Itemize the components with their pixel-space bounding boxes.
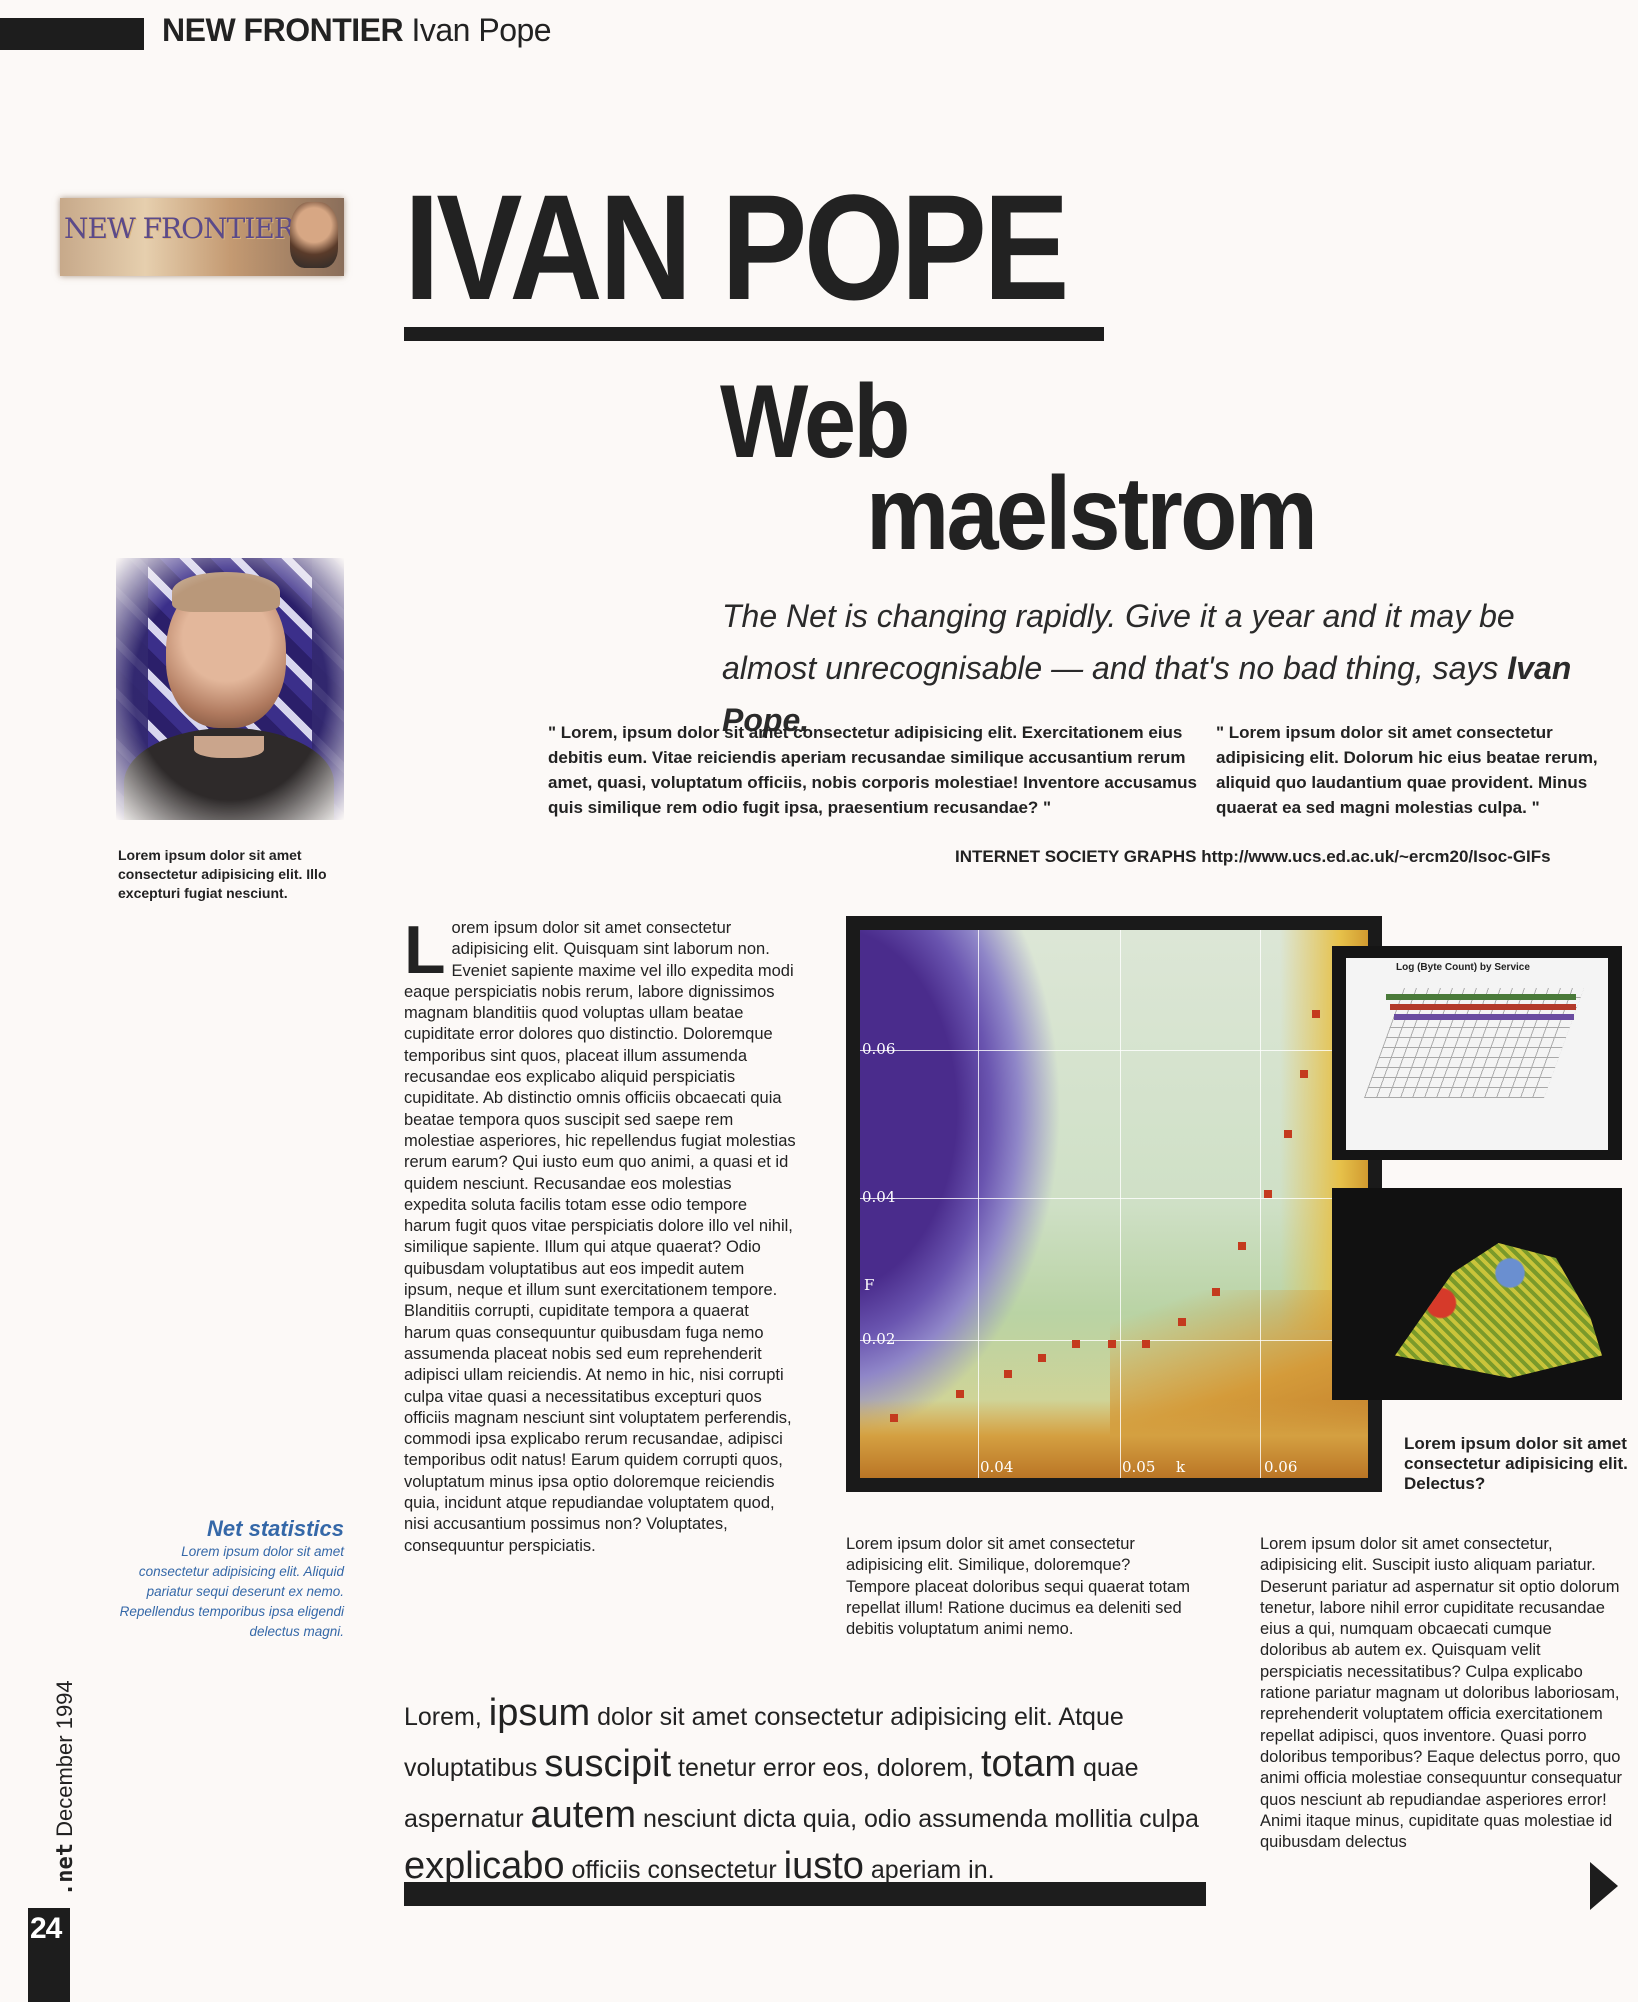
data-point <box>1300 1070 1308 1078</box>
folio-issue: .net December 1994 <box>52 1680 78 1896</box>
graph-bar <box>1390 1004 1576 1010</box>
net-statistics-title: Net statistics <box>207 1516 344 1541</box>
data-point <box>1072 1340 1080 1348</box>
data-point <box>956 1390 964 1398</box>
byte-count-graph: Log (Byte Count) by Service <box>1332 946 1622 1160</box>
pull-quote-1: " Lorem, ipsum dolor sit amet consectetu… <box>548 723 1197 817</box>
pull-text-segment: aperiam in. <box>863 1856 995 1884</box>
pull-text-emphasis: iusto <box>783 1845 864 1887</box>
header-author: Ivan Pope <box>411 12 552 48</box>
next-page-arrow-icon[interactable] <box>1590 1862 1618 1910</box>
y-tick-label: 0.04 <box>862 1188 896 1206</box>
pull-text-emphasis: ipsum <box>488 1692 591 1734</box>
folio-brand: .net <box>53 1843 78 1896</box>
pull-text-emphasis: suscipit <box>544 1743 672 1785</box>
portrait-hair <box>172 572 280 612</box>
data-point <box>890 1414 898 1422</box>
pull-text-segment: officiis consectetur <box>564 1856 784 1884</box>
body-column-3: Lorem ipsum dolor sit amet consectetur, … <box>1260 1535 1622 1852</box>
terrain-graph <box>1332 1188 1622 1400</box>
net-statistics-text: Lorem ipsum dolor sit amet consectetur a… <box>119 1544 344 1639</box>
graph-bar <box>1386 994 1576 1000</box>
data-point <box>1004 1370 1012 1378</box>
body-column-1-text: orem ipsum dolor sit amet consectetur ad… <box>404 919 796 1555</box>
grid-line <box>1120 930 1121 1478</box>
subtitle-line-2: maelstrom <box>866 456 1318 572</box>
graph-plot-area: 0.06 0.04 F 0.02 0.04 0.05 k 0.06 <box>860 930 1368 1478</box>
grid-line <box>860 1050 1368 1051</box>
article-title: IVAN POPE <box>404 163 1069 331</box>
x-tick-label: 0.05 <box>1122 1458 1156 1476</box>
data-point <box>1142 1340 1150 1348</box>
x-tick-label: 0.06 <box>1264 1458 1298 1476</box>
x-tick-label: 0.04 <box>980 1458 1014 1476</box>
data-point <box>1108 1340 1116 1348</box>
grid-line <box>860 1198 1368 1199</box>
pull-text-segment: tenetur error eos, dolorem, <box>671 1754 981 1782</box>
portrait-collar <box>194 736 264 758</box>
body-column-1: Lorem ipsum dolor sit amet consectetur a… <box>404 912 796 1557</box>
byte-count-graph-title: Log (Byte Count) by Service <box>1396 962 1530 973</box>
portrait-caption: Lorem ipsum dolor sit amet consectetur a… <box>118 847 327 901</box>
page-number: 24 <box>30 1912 62 1945</box>
y-tick-label: 0.06 <box>862 1040 896 1058</box>
author-portrait <box>116 558 344 820</box>
y-axis-label: F <box>864 1276 875 1294</box>
pull-text-segment: nesciunt dicta quia, odio assumenda moll… <box>636 1805 1199 1833</box>
data-point <box>1038 1354 1046 1362</box>
grid-line <box>978 930 979 1478</box>
y-tick-label: 0.02 <box>862 1330 896 1348</box>
pull-text-emphasis: autem <box>530 1794 637 1836</box>
grid-line <box>1260 930 1261 1478</box>
terrain-surface <box>1395 1243 1602 1378</box>
graphs-credit: INTERNET SOCIETY GRAPHS http://www.ucs.e… <box>955 847 1551 866</box>
data-point <box>1264 1190 1272 1198</box>
pull-text-rule <box>404 1882 1206 1906</box>
graph-bar <box>1394 1014 1574 1020</box>
graph-caption: Lorem ipsum dolor sit amet consectetur a… <box>1404 1434 1628 1493</box>
body-column-2: Lorem ipsum dolor sit amet consectetur a… <box>846 1535 1190 1639</box>
folio-date: December 1994 <box>52 1680 77 1837</box>
x-axis-label: k <box>1176 1458 1186 1476</box>
parameter-space-graph: 0.06 0.04 F 0.02 0.04 0.05 k 0.06 <box>846 916 1382 1492</box>
new-frontier-logo: NEW FRONTIER <box>60 198 344 276</box>
running-header: NEW FRONTIER Ivan Pope <box>162 12 552 49</box>
logo-text: NEW FRONTIER <box>64 212 295 245</box>
data-point <box>1238 1242 1246 1250</box>
pull-text-emphasis: explicabo <box>404 1845 565 1887</box>
header-bar <box>0 18 144 50</box>
pull-text: Lorem, ipsum dolor sit amet consectetur … <box>404 1690 1224 1894</box>
standfirst-text: The Net is changing rapidly. Give it a y… <box>722 598 1515 686</box>
byte-count-graph-paper: Log (Byte Count) by Service <box>1346 958 1608 1150</box>
pull-quote-2: " Lorem ipsum dolor sit amet consectetur… <box>1216 723 1598 817</box>
data-point <box>1178 1318 1186 1326</box>
data-point <box>1212 1288 1220 1296</box>
title-underline <box>404 327 1104 341</box>
logo-portrait-icon <box>290 202 338 268</box>
drop-cap: L <box>404 912 446 988</box>
pull-text-segment: Lorem, <box>404 1703 489 1731</box>
data-point <box>1312 1010 1320 1018</box>
pull-text-emphasis: totam <box>980 1743 1077 1785</box>
data-point <box>1284 1130 1292 1138</box>
section-name: NEW FRONTIER <box>162 12 404 48</box>
